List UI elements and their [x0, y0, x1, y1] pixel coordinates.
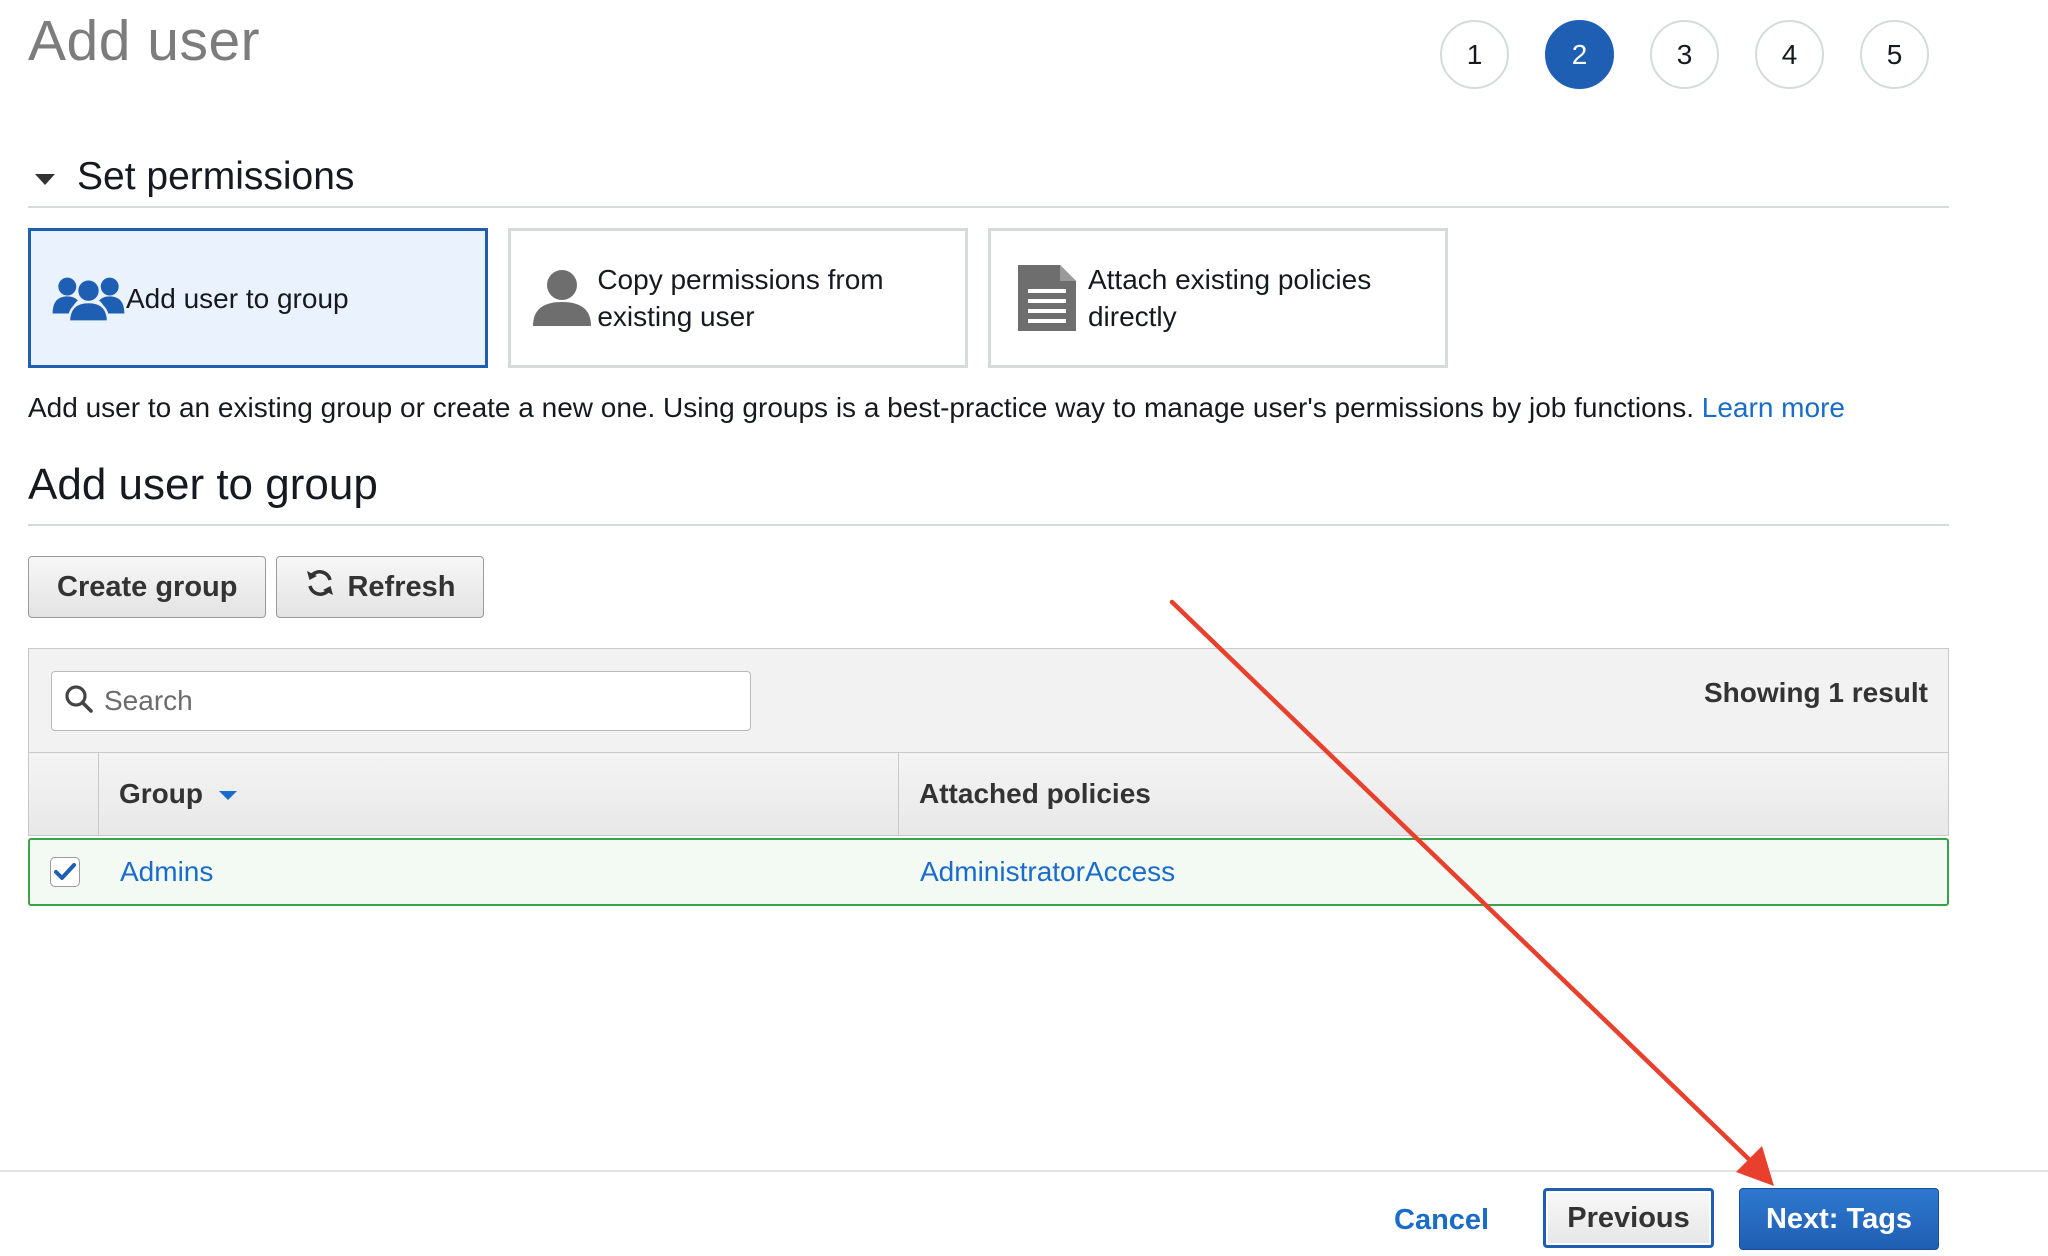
wizard-footer: Cancel Previous Next: Tags — [0, 1170, 2048, 1256]
option-label: Add user to group — [126, 282, 349, 314]
result-count: Showing 1 result — [1703, 677, 1928, 708]
refresh-icon — [305, 568, 335, 606]
user-group-icon — [31, 267, 126, 329]
refresh-button[interactable]: Refresh — [276, 556, 485, 618]
document-icon — [991, 263, 1088, 333]
next-tags-button[interactable]: Next: Tags — [1739, 1188, 1939, 1250]
table-row[interactable]: Admins AdministratorAccess — [28, 838, 1949, 906]
row-check-cell — [30, 857, 100, 887]
user-icon — [511, 268, 597, 328]
group-section-title: Add user to group — [28, 460, 1949, 526]
option-copy-permissions[interactable]: Copy permissions from existing user — [508, 228, 968, 368]
permissions-description: Add user to an existing group or create … — [28, 392, 1845, 424]
page-title: Add user — [28, 9, 261, 73]
wizard-steps: 1 2 3 4 5 — [1440, 20, 1929, 89]
option-label: Copy permissions from existing user — [597, 264, 884, 332]
set-permissions-header[interactable]: Set permissions — [28, 148, 1949, 208]
create-group-label: Create group — [57, 570, 238, 603]
table-toolbar: Showing 1 result — [28, 648, 1949, 752]
search-box[interactable] — [51, 671, 751, 731]
step-5[interactable]: 5 — [1860, 20, 1929, 89]
search-input[interactable] — [102, 684, 702, 718]
description-text: Add user to an existing group or create … — [28, 392, 1694, 423]
option-attach-policies[interactable]: Attach existing policies directly — [988, 228, 1448, 368]
section-title: Set permissions — [77, 155, 355, 198]
step-1[interactable]: 1 — [1440, 20, 1509, 89]
create-group-button[interactable]: Create group — [28, 556, 267, 618]
step-2-active[interactable]: 2 — [1545, 20, 1614, 89]
caret-down-icon — [35, 173, 55, 185]
add-user-page: Add user 1 2 3 4 5 Set permissions Add u… — [0, 0, 2048, 1256]
sort-descending-icon[interactable] — [219, 791, 237, 800]
column-header-group[interactable]: Group — [99, 753, 899, 835]
option-add-user-to-group[interactable]: Add user to group — [28, 228, 488, 368]
group-actions: Create group Refresh — [28, 556, 485, 618]
column-header-attached-policies: Attached policies — [899, 753, 1948, 835]
column-header-label: Attached policies — [919, 778, 1151, 809]
learn-more-link[interactable]: Learn more — [1702, 392, 1845, 423]
table-header: Group Attached policies — [28, 752, 1949, 836]
checkmark-icon — [54, 863, 76, 880]
policy-link[interactable]: AdministratorAccess — [920, 856, 1175, 887]
header-check-cell — [29, 753, 99, 835]
group-link[interactable]: Admins — [120, 856, 213, 887]
column-header-label: Group — [119, 778, 203, 809]
option-label: Attach existing policies directly — [1087, 264, 1372, 332]
group-cell: Admins — [100, 856, 900, 888]
search-icon — [64, 684, 94, 719]
cancel-button[interactable]: Cancel — [1394, 1204, 1489, 1237]
step-3[interactable]: 3 — [1650, 20, 1719, 89]
previous-button[interactable]: Previous — [1543, 1188, 1714, 1248]
row-checkbox[interactable] — [50, 857, 80, 887]
refresh-label: Refresh — [347, 570, 456, 603]
permission-options: Add user to group Copy permissions from … — [28, 228, 1448, 368]
step-4[interactable]: 4 — [1755, 20, 1824, 89]
groups-table: Showing 1 result Group Attached policies — [28, 648, 1949, 906]
policies-cell: AdministratorAccess — [900, 856, 1175, 888]
